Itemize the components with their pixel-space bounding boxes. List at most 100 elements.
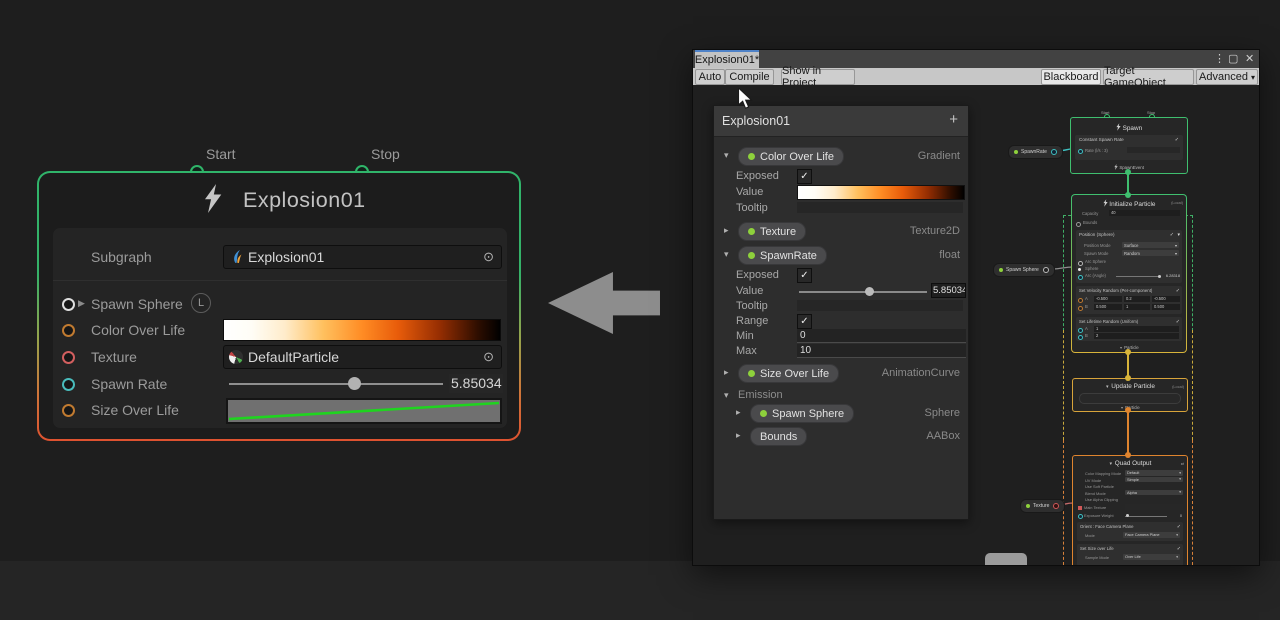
space-badge[interactable]: (Local)	[1171, 200, 1183, 205]
param-port[interactable]	[1053, 503, 1059, 509]
clipped-node-top[interactable]	[985, 553, 1027, 565]
spawn-sphere-port[interactable]	[62, 298, 75, 311]
tooltip-field[interactable]	[797, 300, 963, 311]
param-node-texture[interactable]: Texture	[1020, 499, 1065, 513]
block-check-icon[interactable]: ✓	[1176, 319, 1180, 325]
window-menu-icon[interactable]: ⋮	[1214, 52, 1225, 66]
property-pill-size-over-life[interactable]: Size Over Life	[738, 364, 839, 383]
block-collapse-icon[interactable]: ▾	[1177, 232, 1180, 238]
texture-field[interactable]: DefaultParticle ⊙	[223, 345, 502, 369]
sample-mode-dropdown[interactable]: Over Life ▾	[1123, 554, 1180, 560]
range-checkbox[interactable]: ✓	[797, 314, 812, 329]
expand-triangle-icon[interactable]: ▶	[78, 298, 85, 309]
quad-output-node[interactable]: ▼ Quad Output ⇄ Color Mapping Mode Defau…	[1072, 455, 1188, 565]
texture-port[interactable]	[62, 351, 75, 364]
collapse-chevron-icon[interactable]: ▸	[736, 407, 741, 418]
position-mode-dropdown[interactable]: Surface ▾	[1122, 242, 1179, 248]
param-port[interactable]	[1043, 267, 1049, 273]
spawn-rate-slider-track[interactable]	[229, 383, 443, 385]
velocity-random-block[interactable]: Set Velocity Random (Per-component) ✓ A …	[1076, 286, 1182, 314]
gradient-value[interactable]	[797, 185, 965, 200]
tab-explosion01[interactable]: Explosion01*	[695, 50, 759, 68]
exposed-checkbox[interactable]: ✓	[797, 268, 812, 283]
spawn-rate-port[interactable]	[62, 378, 75, 391]
block-check-icon[interactable]: ✓	[1175, 137, 1179, 143]
uv-mode-dropdown[interactable]: Simple ▾	[1125, 477, 1183, 483]
constant-spawn-rate-block[interactable]: Constant Spawn Rate ✓ Rate (l/s : 3)	[1075, 135, 1183, 160]
rate-port[interactable]	[1078, 149, 1083, 154]
space-badge[interactable]: (Local)	[1172, 384, 1184, 389]
lifetime-random-block[interactable]: Set Lifetime Random (Uniform) ✓ A 1 B 2	[1076, 317, 1182, 341]
spawn-rate-value[interactable]: 5.85034	[449, 374, 503, 393]
param-node-spawn-sphere[interactable]: Spawn Sphere	[993, 263, 1055, 277]
exposure-port[interactable]	[1078, 514, 1083, 519]
property-pill-texture[interactable]: Texture	[738, 222, 806, 241]
exposed-checkbox[interactable]: ✓	[797, 169, 812, 184]
position-sphere-block[interactable]: Position (Sphere) ✓ ▾ Position Mode Surf…	[1076, 230, 1182, 283]
main-texture-port[interactable]	[1078, 506, 1082, 510]
advanced-dropdown[interactable]: Advanced ▾	[1196, 69, 1258, 85]
initialize-node[interactable]: Initialize Particle (Local) Capacity 40 …	[1072, 195, 1186, 352]
collapse-chevron-icon[interactable]: ▾	[724, 249, 729, 260]
graph-view[interactable]: Start Stop Spawn Constant Spawn Rate ✓ R…	[693, 85, 1259, 565]
initialize-out-port[interactable]	[1125, 349, 1131, 355]
b-y-field[interactable]: 1	[1124, 304, 1150, 310]
orient-block[interactable]: Orient : Face Camera Plane ✓ Mode Face C…	[1077, 522, 1183, 541]
auto-button[interactable]: Auto	[695, 69, 725, 85]
blend-mode-dropdown[interactable]: Alpha ▾	[1125, 490, 1183, 496]
max-field[interactable]: 10	[797, 344, 966, 358]
output-in-port[interactable]	[1125, 452, 1131, 458]
show-in-project-button[interactable]: Show in Project	[781, 69, 855, 85]
collapse-chevron-icon[interactable]: ▸	[724, 367, 729, 378]
spawn-node[interactable]: Spawn Constant Spawn Rate ✓ Rate (l/s : …	[1070, 117, 1188, 174]
color-mapping-dropdown[interactable]: Default ▾	[1125, 470, 1183, 476]
empty-block-slot[interactable]	[1079, 393, 1181, 404]
spawn-mode-dropdown[interactable]: Random ▾	[1122, 250, 1179, 256]
gradient-preview[interactable]	[223, 319, 501, 341]
b-x-field[interactable]: 0.500	[1094, 304, 1122, 310]
lifetime-b-port[interactable]	[1078, 335, 1083, 340]
param-port[interactable]	[1051, 149, 1057, 155]
window-maximize-icon[interactable]: ▢	[1228, 52, 1238, 66]
curve-preview[interactable]	[226, 398, 502, 424]
lifetime-b-field[interactable]: 2	[1094, 333, 1179, 339]
property-pill-color-over-life[interactable]: Color Over Life	[738, 147, 844, 166]
arc-port[interactable]	[1078, 275, 1083, 280]
property-pill-spawn-sphere[interactable]: Spawn Sphere	[750, 404, 854, 423]
block-check-icon[interactable]: ✓	[1177, 546, 1181, 552]
collapse-chevron-icon[interactable]: ▸	[736, 430, 741, 441]
value-slider-track[interactable]	[799, 291, 927, 293]
mode-dropdown[interactable]: Face Camera Plane ▾	[1123, 532, 1180, 538]
update-in-port[interactable]	[1125, 375, 1131, 381]
capacity-field[interactable]: 40	[1109, 210, 1180, 216]
blackboard-button[interactable]: Blackboard	[1041, 69, 1101, 85]
arc-slider-track[interactable]	[1116, 276, 1160, 277]
property-pill-bounds[interactable]: Bounds	[750, 427, 807, 446]
min-field[interactable]: 0	[797, 329, 966, 343]
arc-slider-handle[interactable]	[1158, 275, 1161, 278]
main-texture-field[interactable]	[1125, 504, 1183, 510]
collapse-chevron-icon[interactable]: ▾	[724, 150, 729, 161]
update-out-port[interactable]	[1125, 407, 1131, 413]
subgraph-field[interactable]: Explosion01 ⊙	[223, 245, 502, 269]
explosion01-subgraph-node[interactable]: Explosion01 Subgraph Explosion01 ⊙ ▶ Spa…	[37, 171, 521, 441]
arc-sphere-port[interactable]	[1078, 261, 1083, 266]
lifetime-a-field[interactable]: 1	[1094, 326, 1179, 332]
b-z-field[interactable]: 0.500	[1152, 304, 1180, 310]
object-picker-icon[interactable]: ⊙	[483, 350, 494, 363]
rate-field[interactable]	[1127, 147, 1180, 153]
velocity-b-port[interactable]	[1078, 306, 1083, 311]
category-emission[interactable]: Emission	[738, 389, 783, 401]
target-gameobject-button[interactable]: Target GameObject	[1103, 69, 1194, 85]
a-z-field[interactable]: -0.500	[1152, 296, 1180, 302]
tooltip-field[interactable]	[797, 202, 963, 213]
set-size-block[interactable]: Set Size over Life ✓ Sample Mode Over Li…	[1077, 544, 1183, 565]
object-picker-icon[interactable]: ⊙	[483, 250, 494, 263]
exposure-slider-track[interactable]	[1125, 516, 1167, 517]
param-node-spawnrate[interactable]: SpawnRate	[1008, 145, 1063, 159]
spawn-out-port[interactable]	[1125, 169, 1131, 175]
a-y-field[interactable]: 0.2	[1124, 296, 1150, 302]
color-over-life-port[interactable]	[62, 324, 75, 337]
block-check-icon[interactable]: ✓	[1170, 232, 1174, 238]
add-property-button[interactable]: +	[949, 111, 958, 128]
